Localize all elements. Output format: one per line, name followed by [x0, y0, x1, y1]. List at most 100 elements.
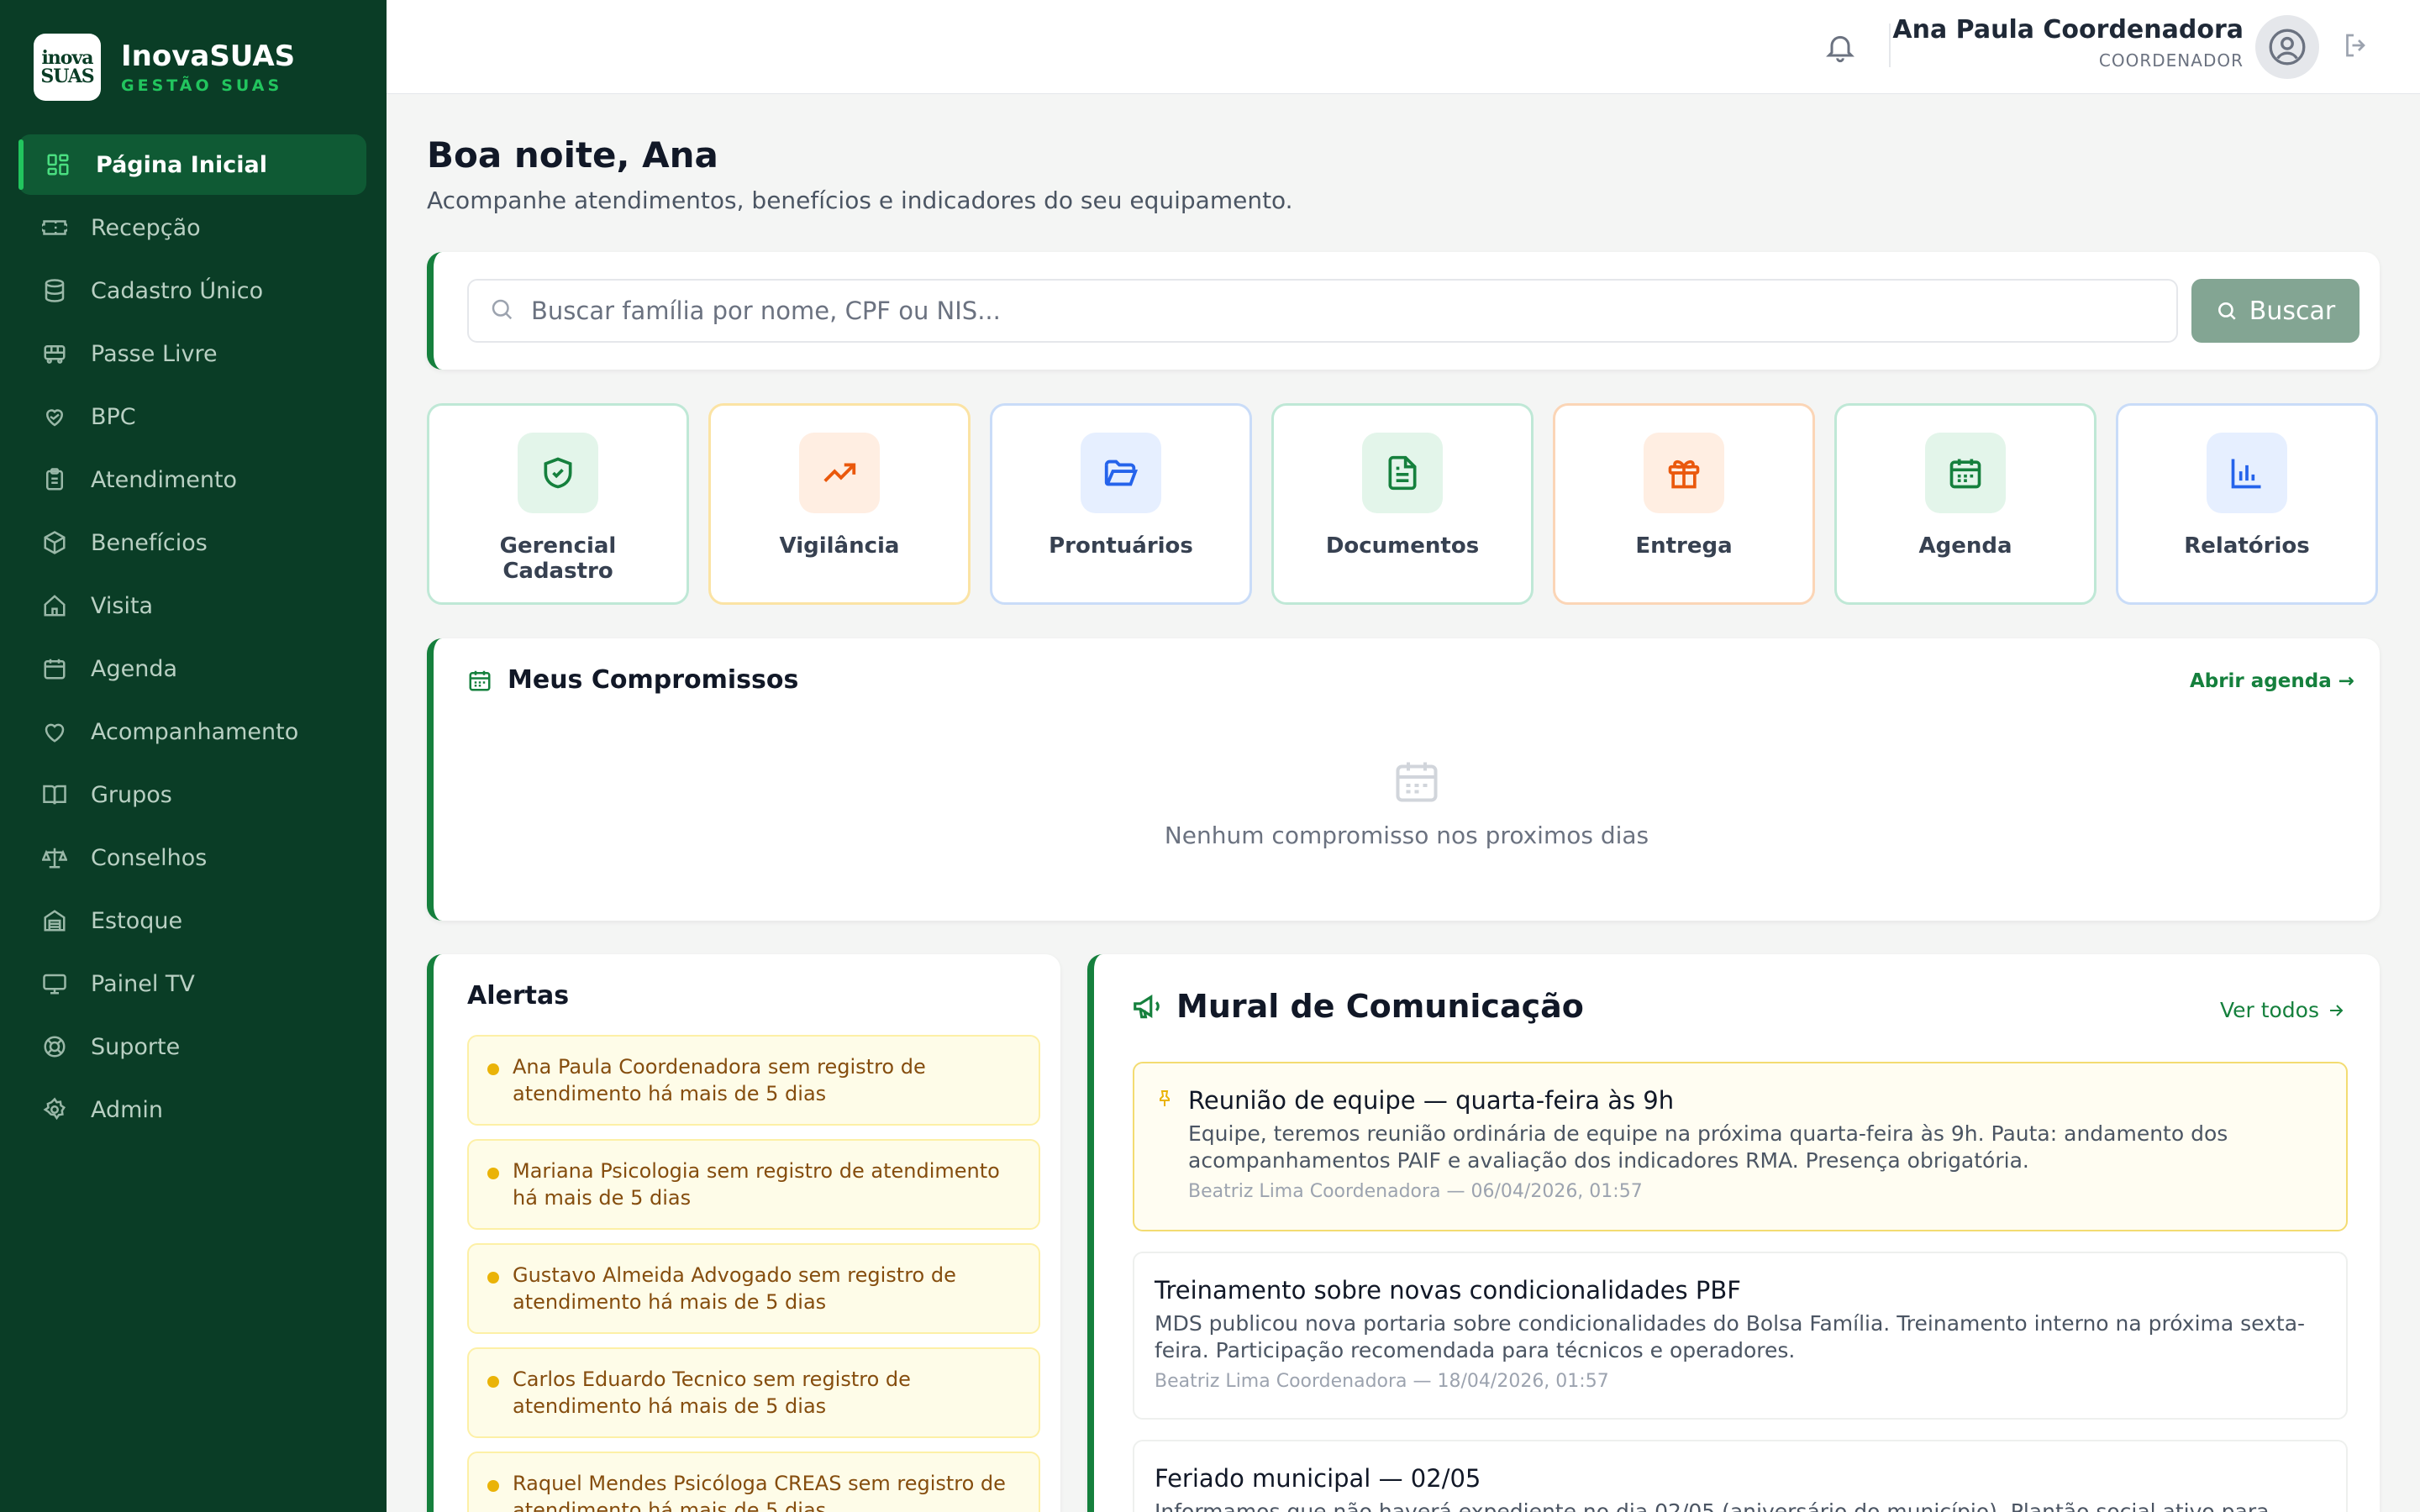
book-open-icon [42, 782, 67, 807]
post-title: Treinamento sobre novas condicionalidade… [1155, 1276, 1741, 1305]
scale-icon [42, 845, 67, 870]
alert-item[interactable]: Gustavo Almeida Advogado sem registro de… [467, 1243, 1040, 1334]
page-title: Boa noite, Ana [427, 134, 718, 176]
sidebar-item-label: Atendimento [91, 466, 238, 493]
sidebar-item-atendimento[interactable]: Atendimento [18, 449, 366, 510]
search-field[interactable] [467, 279, 2178, 343]
mural-title-text: Mural de Comunicação [1176, 988, 1584, 1025]
warehouse-icon [42, 908, 67, 933]
heart-icon [42, 719, 67, 744]
quick-action-documentos[interactable]: Documentos [1271, 403, 1534, 605]
top-header: Ana Paula Coordenadora COORDENADOR [387, 0, 2420, 94]
quick-action-label: Vigilância [779, 533, 900, 559]
quick-action-label: Relatórios [2184, 533, 2310, 559]
pin-icon [1155, 1089, 1175, 1112]
sidebar-item-estoque[interactable]: Estoque [18, 890, 366, 951]
post-body: Equipe, teremos reunião ordinária de equ… [1188, 1121, 2228, 1173]
view-all-link[interactable]: Ver todos [2220, 998, 2346, 1022]
database-icon [42, 278, 67, 303]
post-meta: Beatriz Lima Coordenadora — 18/04/2026, … [1155, 1371, 1609, 1392]
alert-item[interactable]: Mariana Psicologia sem registro de atend… [467, 1139, 1040, 1230]
header-divider [1889, 24, 1891, 67]
sidebar-item-label: Recepção [91, 214, 201, 241]
sidebar-item-passe-livre[interactable]: Passe Livre [18, 323, 366, 384]
alert-item[interactable]: Ana Paula Coordenadora sem registro de a… [467, 1035, 1040, 1126]
logout-icon[interactable] [2341, 30, 2375, 64]
search-icon [2217, 302, 2236, 320]
appointments-card: Meus Compromissos Abrir agenda → Nenhum … [427, 638, 2380, 921]
clipboard-icon [42, 467, 67, 492]
sidebar-item-label: Estoque [91, 907, 183, 934]
post-body: Informamos que não haverá expediente no … [1155, 1499, 2270, 1512]
sidebar-item-label: Agenda [91, 655, 178, 682]
sidebar-item-conselhos[interactable]: Conselhos [18, 827, 366, 888]
brand-subtitle: GESTÃO SUAS [121, 76, 283, 95]
life-buoy-icon [42, 1034, 67, 1059]
sidebar: inova SUAS InovaSUAS GESTÃO SUAS Página … [0, 0, 387, 1512]
brand[interactable]: inova SUAS InovaSUAS GESTÃO SUAS [34, 34, 295, 101]
page-subtitle: Acompanhe atendimentos, benefícios e ind… [427, 186, 1293, 214]
quick-action-label: Prontuários [1049, 533, 1193, 559]
sidebar-item-acompanhamento[interactable]: Acompanhamento [18, 701, 366, 762]
appointments-title-text: Meus Compromissos [508, 665, 799, 695]
quick-action-relatorios[interactable]: Relatórios [2116, 403, 2378, 605]
alert-item[interactable]: Carlos Eduardo Tecnico sem registro de a… [467, 1347, 1040, 1438]
view-all-label: Ver todos [2219, 998, 2319, 1022]
monitor-icon [42, 971, 67, 996]
calendar-icon [42, 656, 67, 681]
layout-grid-icon [45, 152, 71, 177]
sidebar-item-pagina-inicial[interactable]: Página Inicial [18, 134, 366, 195]
alert-item[interactable]: Raquel Mendes Psicóloga CREAS sem regist… [467, 1452, 1040, 1512]
sidebar-item-label: BPC [91, 403, 136, 430]
user-role: COORDENADOR [2098, 50, 2244, 71]
shield-check-icon [518, 433, 598, 513]
quick-action-agenda[interactable]: Agenda [1834, 403, 2096, 605]
sidebar-item-suporte[interactable]: Suporte [18, 1016, 366, 1077]
mural-title: Mural de Comunicação [1131, 988, 1584, 1025]
mural-post[interactable]: Feriado municipal — 02/05 Informamos que… [1133, 1440, 2348, 1512]
open-agenda-link[interactable]: Abrir agenda → [2190, 670, 2354, 692]
sidebar-item-label: Cadastro Único [91, 277, 264, 304]
sidebar-item-label: Painel TV [91, 970, 195, 997]
sidebar-item-label: Conselhos [91, 844, 208, 871]
settings-icon [42, 1097, 67, 1122]
sidebar-item-bpc[interactable]: BPC [18, 386, 366, 447]
appointments-title: Meus Compromissos [467, 665, 798, 695]
mural-post[interactable]: Reunião de equipe — quarta-feira às 9h E… [1133, 1062, 2348, 1231]
bell-icon[interactable] [1823, 30, 1857, 64]
sidebar-item-recepcao[interactable]: Recepção [18, 197, 366, 258]
quick-action-gerencial-cadastro[interactable]: Gerencial Cadastro [427, 403, 689, 605]
alerts-title: Alertas [467, 981, 570, 1011]
quick-action-label: Documentos [1325, 533, 1480, 559]
post-meta: Beatriz Lima Coordenadora — 06/04/2026, … [1188, 1181, 1643, 1202]
file-text-icon [1362, 433, 1443, 513]
sidebar-item-visita[interactable]: Visita [18, 575, 366, 636]
folder-open-icon [1081, 433, 1161, 513]
user-name: Ana Paula Coordenadora [1892, 15, 2244, 45]
sidebar-item-label: Acompanhamento [91, 718, 299, 745]
sidebar-item-cadastro-unico[interactable]: Cadastro Único [18, 260, 366, 321]
quick-action-label: Agenda [1918, 533, 2012, 559]
brand-logo-text: inova SUAS [40, 47, 94, 87]
sidebar-item-beneficios[interactable]: Benefícios [18, 512, 366, 573]
quick-action-vigilancia[interactable]: Vigilância [708, 403, 971, 605]
quick-action-prontuarios[interactable]: Prontuários [990, 403, 1252, 605]
post-title: Feriado municipal — 02/05 [1155, 1464, 1481, 1493]
mural-card: Mural de Comunicação Ver todos Reunião d… [1087, 954, 2380, 1512]
avatar[interactable] [2255, 15, 2319, 79]
calendar-icon [1392, 756, 1442, 810]
home-icon [42, 593, 67, 618]
arrow-right-icon [2330, 1004, 2344, 1016]
calendar-icon [469, 670, 491, 690]
sidebar-item-agenda[interactable]: Agenda [18, 638, 366, 699]
mural-post[interactable]: Treinamento sobre novas condicionalidade… [1133, 1252, 2348, 1420]
sidebar-item-grupos[interactable]: Grupos [18, 764, 366, 825]
bus-icon [42, 341, 67, 366]
sidebar-item-admin[interactable]: Admin [18, 1079, 366, 1140]
quick-action-entrega[interactable]: Entrega [1553, 403, 1815, 605]
sidebar-item-label: Passe Livre [91, 340, 218, 367]
sidebar-item-painel-tv[interactable]: Painel TV [18, 953, 366, 1014]
search-input[interactable] [531, 297, 2128, 325]
search-button[interactable]: Buscar [2191, 279, 2360, 343]
package-icon [42, 530, 67, 555]
